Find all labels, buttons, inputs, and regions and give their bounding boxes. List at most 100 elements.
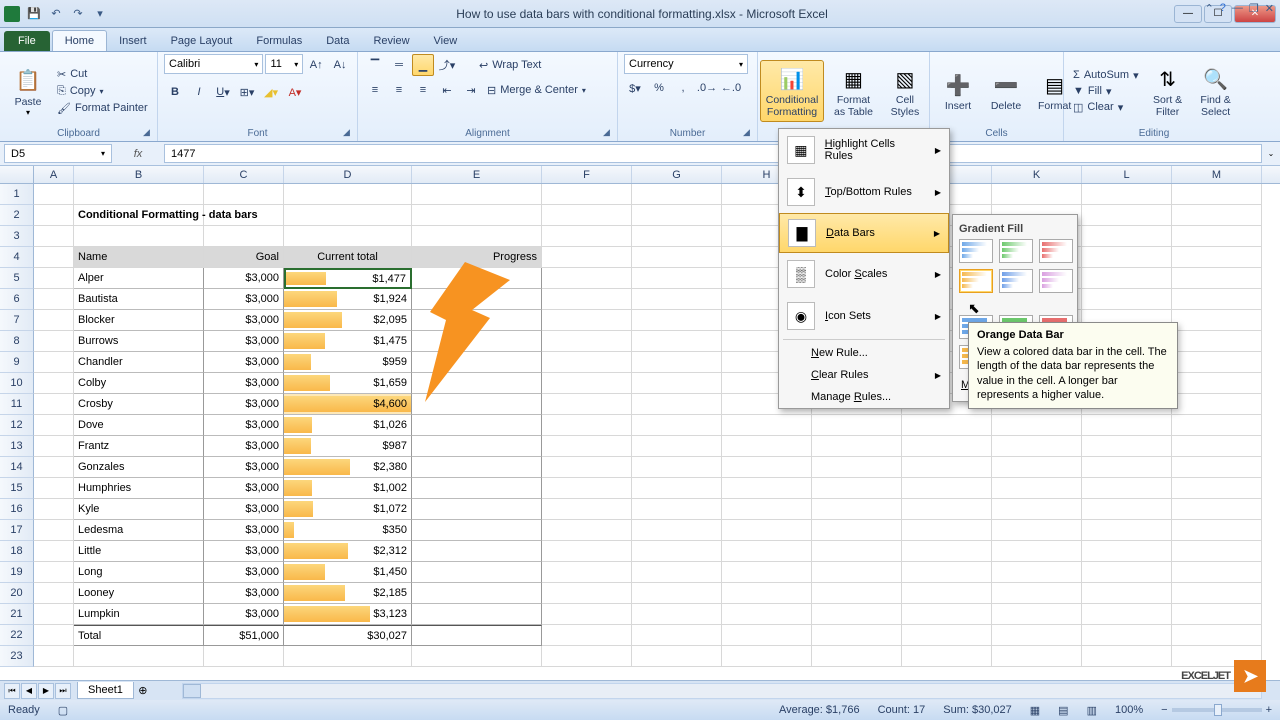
cell[interactable] (1082, 457, 1172, 478)
cell[interactable] (412, 394, 542, 415)
row-header[interactable]: 22 (0, 625, 34, 646)
cell[interactable] (1172, 499, 1262, 520)
cell[interactable] (412, 205, 542, 226)
cell[interactable]: Looney (74, 583, 204, 604)
cell[interactable]: $3,000 (204, 415, 284, 436)
cell[interactable]: Progress (412, 247, 542, 268)
cell[interactable] (542, 562, 632, 583)
align-left-icon[interactable]: ≡ (364, 79, 386, 101)
cell[interactable]: Burrows (74, 331, 204, 352)
zoom-slider[interactable]: −+ (1161, 704, 1272, 716)
cell[interactable] (34, 331, 74, 352)
cell[interactable] (412, 646, 542, 667)
tab-review[interactable]: Review (361, 31, 421, 51)
workbook-minimize-icon[interactable]: — (1232, 2, 1243, 15)
cell[interactable] (992, 583, 1082, 604)
top-bottom-rules-item[interactable]: ⬍Top/Bottom Rules▶ (779, 171, 949, 213)
cell[interactable] (1172, 583, 1262, 604)
view-layout-icon[interactable]: ▤ (1058, 704, 1068, 717)
cell[interactable] (632, 331, 722, 352)
cell[interactable] (34, 457, 74, 478)
cell[interactable] (632, 268, 722, 289)
row-header[interactable]: 12 (0, 415, 34, 436)
cell[interactable]: Goal (204, 247, 284, 268)
cell[interactable] (722, 562, 812, 583)
cell[interactable] (412, 289, 542, 310)
cell[interactable]: $3,000 (204, 373, 284, 394)
cell[interactable]: $30,027 (284, 625, 412, 646)
cell[interactable] (632, 478, 722, 499)
cell[interactable] (902, 583, 992, 604)
worksheet-grid[interactable]: 12Conditional Formatting - data bars34Na… (0, 184, 1280, 684)
cell[interactable] (34, 604, 74, 625)
cell-styles-button[interactable]: ▧ Cell Styles (883, 61, 927, 120)
cell[interactable] (542, 205, 632, 226)
cell[interactable] (412, 625, 542, 646)
cell[interactable] (34, 415, 74, 436)
cell[interactable] (902, 625, 992, 646)
cell[interactable] (34, 625, 74, 646)
cell[interactable] (1082, 541, 1172, 562)
cell[interactable] (632, 310, 722, 331)
cell[interactable]: $3,000 (204, 331, 284, 352)
cell[interactable] (722, 583, 812, 604)
cell[interactable] (34, 247, 74, 268)
cell[interactable] (1082, 499, 1172, 520)
cell[interactable] (812, 436, 902, 457)
cell[interactable] (632, 646, 722, 667)
cell[interactable]: $3,000 (204, 457, 284, 478)
row-header[interactable]: 20 (0, 583, 34, 604)
row-header[interactable]: 3 (0, 226, 34, 247)
cell[interactable]: $3,000 (204, 436, 284, 457)
formula-input[interactable]: 1477 (164, 144, 1262, 163)
cell[interactable] (1082, 226, 1172, 247)
cell[interactable] (632, 184, 722, 205)
cell[interactable] (1172, 541, 1262, 562)
cell[interactable]: $4,600 (284, 394, 412, 415)
increase-decimal-icon[interactable]: .0→ (696, 77, 718, 99)
select-all-button[interactable] (0, 166, 34, 183)
cell[interactable] (542, 415, 632, 436)
cell[interactable] (412, 457, 542, 478)
cell[interactable] (284, 226, 412, 247)
sheet-tab-sheet1[interactable]: Sheet1 (77, 682, 134, 699)
cell[interactable] (542, 352, 632, 373)
cell[interactable] (1172, 625, 1262, 646)
decrease-decimal-icon[interactable]: ←.0 (720, 77, 742, 99)
row-header[interactable]: 4 (0, 247, 34, 268)
cell[interactable] (902, 562, 992, 583)
row-header[interactable]: 14 (0, 457, 34, 478)
cell[interactable] (412, 583, 542, 604)
cell[interactable]: $3,000 (204, 310, 284, 331)
fill-button[interactable]: ▼Fill▾ (1070, 84, 1142, 99)
first-sheet-icon[interactable]: ⏮ (4, 683, 20, 699)
last-sheet-icon[interactable]: ⏭ (55, 683, 71, 699)
cell[interactable] (992, 604, 1082, 625)
prev-sheet-icon[interactable]: ◀ (21, 683, 37, 699)
row-header[interactable]: 8 (0, 331, 34, 352)
row-header[interactable]: 16 (0, 499, 34, 520)
cell[interactable] (1172, 331, 1262, 352)
gradient-databar-swatch[interactable] (959, 269, 993, 293)
cell[interactable] (902, 604, 992, 625)
cell[interactable] (812, 562, 902, 583)
view-pagebreak-icon[interactable]: ▥ (1087, 704, 1097, 717)
cell[interactable] (632, 226, 722, 247)
cell[interactable]: $3,000 (204, 499, 284, 520)
cell[interactable] (1172, 289, 1262, 310)
help-icon[interactable]: ? (1220, 2, 1226, 15)
font-size-combo[interactable]: 11▾ (265, 54, 303, 74)
cell[interactable] (812, 625, 902, 646)
cell[interactable]: Crosby (74, 394, 204, 415)
increase-font-icon[interactable]: A↑ (305, 54, 327, 76)
column-header[interactable]: G (632, 166, 722, 183)
cell[interactable]: $3,000 (204, 394, 284, 415)
cell[interactable] (812, 541, 902, 562)
qat-dropdown-icon[interactable]: ▾ (90, 4, 110, 24)
macro-record-icon[interactable]: ▢ (58, 704, 68, 717)
column-header[interactable]: D (284, 166, 412, 183)
clear-button[interactable]: ◫Clear▾ (1070, 100, 1142, 115)
cell[interactable] (812, 520, 902, 541)
cell[interactable] (542, 289, 632, 310)
cell[interactable] (632, 604, 722, 625)
